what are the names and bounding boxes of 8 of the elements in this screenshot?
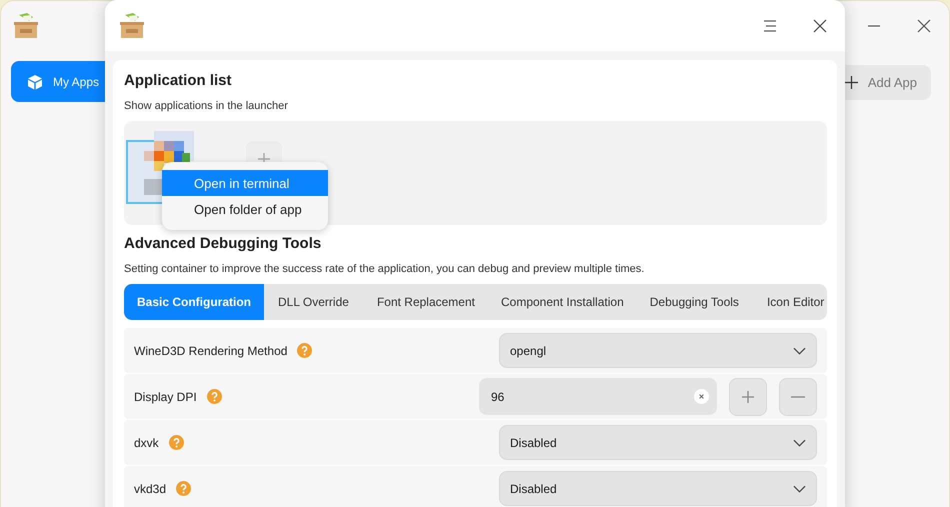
section-description: Setting container to improve the success rate of the application, you can debug and preview multiple times. [124,262,646,276]
setting-label: Display DPI [134,390,197,404]
section-title: Application list [124,72,233,90]
setting-label: dxvk [134,436,159,450]
section-subtitle: Show applications in the launcher [124,99,289,113]
section-title: Advanced Debugging Tools [124,235,322,253]
setting-label: vkd3d [134,482,166,496]
setting-label: WineD3D Rendering Method [134,344,288,358]
